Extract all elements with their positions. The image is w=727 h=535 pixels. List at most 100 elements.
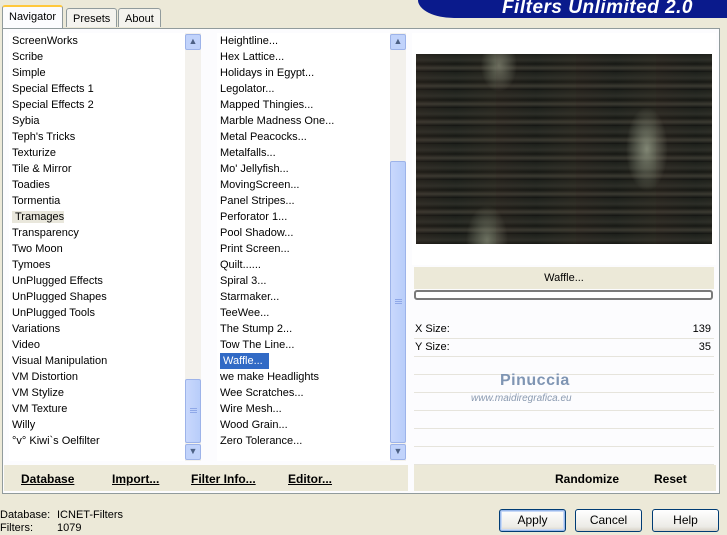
list-item[interactable]: Marble Madness One... (217, 113, 390, 129)
list-item[interactable]: VM Stylize (9, 385, 185, 401)
list-item[interactable]: Visual Manipulation (9, 353, 185, 369)
tab-navigator-label: Navigator (9, 11, 57, 23)
scroll-up-icon[interactable]: ▲ (390, 34, 406, 50)
category-scrollbar[interactable]: ▲ ▼ (185, 33, 201, 461)
list-item[interactable]: Holidays in Egypt... (217, 65, 390, 81)
filter-scrollbar[interactable]: ▲ ▼ (390, 33, 406, 461)
list-item-label: Teph's Tricks (12, 131, 76, 143)
list-item[interactable]: Legolator... (217, 81, 390, 97)
reset-button[interactable]: Reset (654, 471, 687, 487)
scroll-down-icon[interactable]: ▼ (390, 444, 406, 460)
list-item[interactable]: Pool Shadow... (217, 225, 390, 241)
tab-navigator[interactable]: Navigator (2, 5, 64, 28)
cancel-button[interactable]: Cancel (575, 509, 642, 532)
list-item[interactable]: UnPlugged Shapes (9, 289, 185, 305)
list-item-label: Simple (12, 67, 46, 79)
list-item[interactable]: Wood Grain... (217, 417, 390, 433)
list-item[interactable]: °v° Kiwi`s Oelfilter (9, 433, 185, 449)
import-button[interactable]: Import... (112, 471, 159, 487)
list-item[interactable]: Zero Tolerance... (217, 433, 390, 449)
list-item[interactable]: Quilt...... (217, 257, 390, 273)
list-item[interactable]: Sybia (9, 113, 185, 129)
list-item[interactable]: we make Headlights (217, 369, 390, 385)
list-item-label: Sybia (12, 115, 40, 127)
scroll-down-icon[interactable]: ▼ (185, 444, 201, 460)
list-item[interactable]: Tow The Line... (217, 337, 390, 353)
list-item[interactable]: Wee Scratches... (217, 385, 390, 401)
title-banner: Filters Unlimited 2.0 (418, 0, 727, 18)
list-item[interactable]: Video (9, 337, 185, 353)
param-y-size-label: Y Size: (415, 341, 450, 353)
list-item[interactable]: Metal Peacocks... (217, 129, 390, 145)
help-button[interactable]: Help (652, 509, 719, 532)
list-item[interactable]: VM Distortion (9, 369, 185, 385)
list-item[interactable]: Spiral 3... (217, 273, 390, 289)
scroll-up-icon[interactable]: ▲ (185, 34, 201, 50)
list-item[interactable]: UnPlugged Tools (9, 305, 185, 321)
list-item[interactable]: Transparency (9, 225, 185, 241)
list-item-label: Zero Tolerance... (220, 435, 303, 447)
list-item[interactable]: Special Effects 2 (9, 97, 185, 113)
filter-list[interactable]: Heightline... Hex Lattice... Holidays in E… (217, 33, 390, 461)
category-scroll-thumb[interactable] (185, 379, 201, 443)
param-x-size-label: X Size: (415, 323, 450, 335)
param-row[interactable]: X Size: 139 (414, 321, 714, 339)
list-item[interactable]: Heightline... (217, 33, 390, 49)
apply-button[interactable]: Apply (499, 509, 566, 532)
progress-bar (414, 290, 713, 300)
list-item[interactable]: Mo' Jellyfish... (217, 161, 390, 177)
list-item[interactable]: Wire Mesh... (217, 401, 390, 417)
filter-scroll-thumb[interactable] (390, 161, 406, 443)
list-item-label: UnPlugged Shapes (12, 291, 107, 303)
list-item-label: Heightline... (220, 35, 279, 47)
list-item[interactable]: MovingScreen... (217, 177, 390, 193)
tab-about[interactable]: About (118, 8, 161, 27)
list-item[interactable]: Tile & Mirror (9, 161, 185, 177)
list-item[interactable]: Teph's Tricks (9, 129, 185, 145)
editor-button[interactable]: Editor... (288, 471, 332, 487)
list-item[interactable]: TeeWee... (217, 305, 390, 321)
filter-info-button[interactable]: Filter Info... (191, 471, 256, 487)
list-item-label: Tile & Mirror (12, 163, 72, 175)
list-item[interactable]: Simple (9, 65, 185, 81)
list-item-label: Panel Stripes... (220, 195, 295, 207)
list-item-label: Wire Mesh... (220, 403, 282, 415)
list-item[interactable]: Two Moon (9, 241, 185, 257)
list-item[interactable]: Special Effects 1 (9, 81, 185, 97)
list-item[interactable]: Perforator 1... (217, 209, 390, 225)
list-item[interactable]: Metalfalls... (217, 145, 390, 161)
list-item-label: Toadies (12, 179, 50, 191)
list-item[interactable]: Mapped Thingies... (217, 97, 390, 113)
list-item[interactable]: Tymoes (9, 257, 185, 273)
list-item-label: Tymoes (12, 259, 51, 271)
list-item[interactable]: Tormentia (9, 193, 185, 209)
list-item[interactable]: Panel Stripes... (217, 193, 390, 209)
list-item[interactable]: Print Screen... (217, 241, 390, 257)
list-item[interactable]: Tramages (9, 209, 185, 225)
param-y-size-value: 35 (698, 341, 711, 353)
list-item[interactable]: VM Texture (9, 401, 185, 417)
list-item[interactable]: Willy (9, 417, 185, 433)
tab-presets[interactable]: Presets (66, 8, 118, 27)
list-item[interactable]: Toadies (9, 177, 185, 193)
randomize-button[interactable]: Randomize (555, 471, 619, 487)
list-item-label: Video (12, 339, 40, 351)
list-item-label: Two Moon (12, 243, 63, 255)
list-item-label: Perforator 1... (220, 211, 288, 223)
category-list[interactable]: ScreenWorks Scribe Simple Special Effects 1… (9, 33, 185, 461)
list-item[interactable]: Variations (9, 321, 185, 337)
list-item[interactable]: Starmaker... (217, 289, 390, 305)
param-row-empty (414, 411, 714, 429)
status-database-label: Database: (0, 509, 51, 521)
list-item[interactable]: ScreenWorks (9, 33, 185, 49)
list-item[interactable]: Waffle... (217, 353, 390, 369)
database-button[interactable]: Database (21, 471, 74, 487)
list-item[interactable]: Scribe (9, 49, 185, 65)
list-item-label: Visual Manipulation (12, 355, 108, 367)
param-row[interactable]: Y Size: 35 (414, 339, 714, 357)
list-item[interactable]: Texturize (9, 145, 185, 161)
list-item[interactable]: Hex Lattice... (217, 49, 390, 65)
list-item[interactable]: UnPlugged Effects (9, 273, 185, 289)
list-item[interactable]: The Stump 2... (217, 321, 390, 337)
list-item-label: Starmaker... (220, 291, 280, 303)
